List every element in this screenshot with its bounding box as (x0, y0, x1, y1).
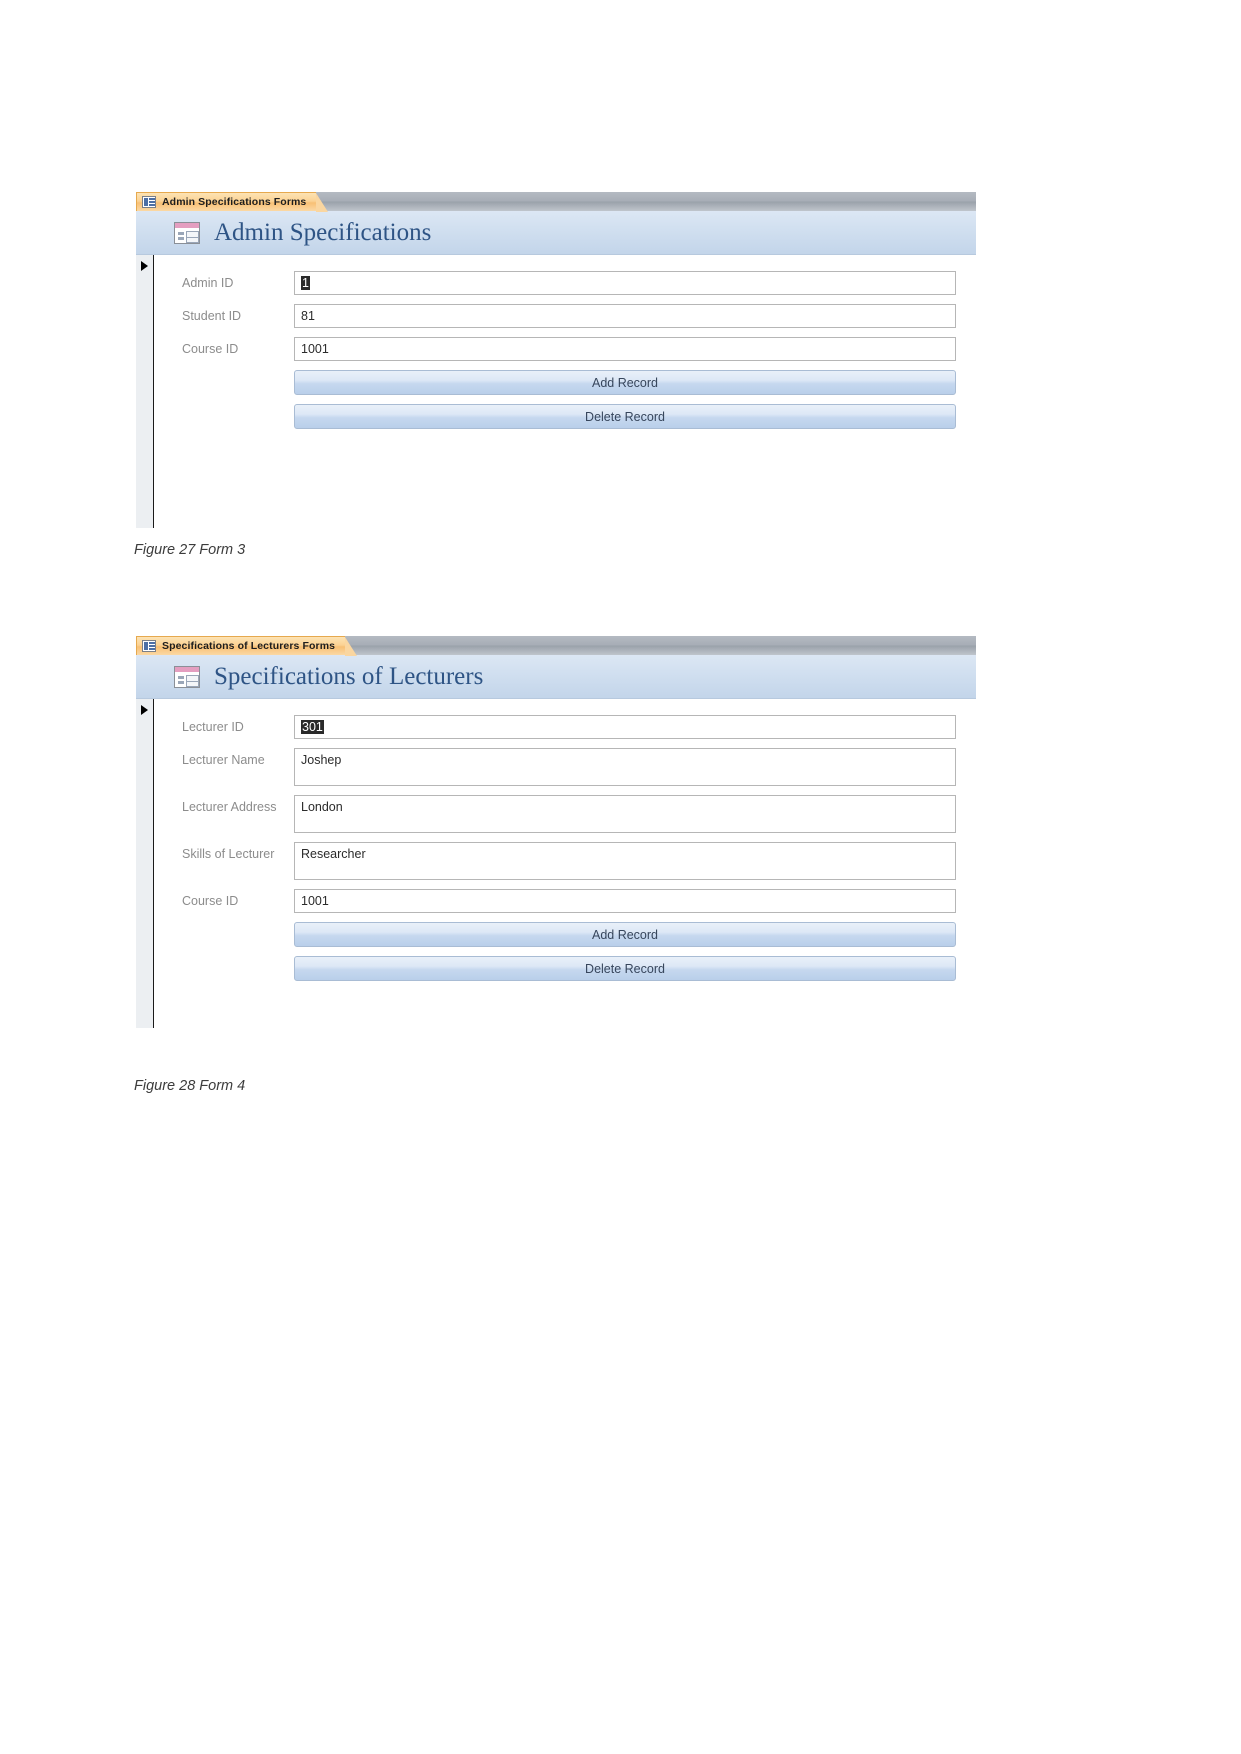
course-id-input[interactable]: 1001 (294, 889, 956, 913)
delete-record-row: Delete Record (182, 404, 956, 429)
field-label: Student ID (182, 309, 242, 323)
form-design-icon (174, 665, 200, 688)
form-design-icon (174, 221, 200, 244)
form-empty-area (182, 990, 956, 1028)
document-tab-strip: Specifications of Lecturers Forms (136, 636, 976, 656)
admin-id-value: 1 (301, 276, 310, 290)
tab-label: Specifications of Lecturers Forms (162, 640, 336, 652)
tab-label: Admin Specifications Forms (162, 196, 307, 208)
form-body: Lecturer ID 301 Lecturer Name Joshep Lec… (136, 699, 976, 1028)
figure-caption-28: Figure 28 Form 4 (134, 1078, 246, 1094)
add-record-button[interactable]: Add Record (294, 370, 956, 395)
field-label: Lecturer Name (182, 753, 265, 767)
add-record-button[interactable]: Add Record (294, 922, 956, 947)
record-selector[interactable] (136, 255, 154, 528)
field-row-skills-of-lecturer: Skills of Lecturer Researcher (182, 842, 956, 880)
form-empty-area (182, 438, 956, 528)
field-label: Lecturer Address (182, 800, 277, 814)
lecturer-id-input[interactable]: 301 (294, 715, 956, 739)
record-selector[interactable] (136, 699, 154, 1028)
lecturer-address-input[interactable]: London (294, 795, 956, 833)
student-id-input[interactable]: 81 (294, 304, 956, 328)
form-header: Admin Specifications (136, 211, 976, 255)
figure-caption-27: Figure 27 Form 3 (134, 542, 246, 558)
lecturer-id-value: 301 (301, 720, 324, 734)
delete-record-button[interactable]: Delete Record (294, 404, 956, 429)
field-label: Course ID (182, 894, 239, 908)
tab-specifications-of-lecturers-forms[interactable]: Specifications of Lecturers Forms (136, 636, 358, 656)
form-fields: Lecturer ID 301 Lecturer Name Joshep Lec… (154, 699, 976, 1028)
add-record-row: Add Record (182, 922, 956, 947)
add-record-row: Add Record (182, 370, 956, 395)
field-row-course-id: Course ID 1001 (182, 337, 956, 361)
form-header: Specifications of Lecturers (136, 655, 976, 699)
page-title: Specifications of Lecturers (214, 663, 484, 690)
form-fields: Admin ID 1 Student ID 81 Course ID 1001 … (154, 255, 976, 528)
document-tab-strip: Admin Specifications Forms (136, 192, 976, 212)
field-label: Course ID (182, 342, 239, 356)
form-datasheet-icon (142, 640, 156, 652)
tab-admin-specifications-forms[interactable]: Admin Specifications Forms (136, 192, 329, 212)
lecturer-name-input[interactable]: Joshep (294, 748, 956, 786)
field-row-lecturer-name: Lecturer Name Joshep (182, 748, 956, 786)
field-row-admin-id: Admin ID 1 (182, 271, 956, 295)
course-id-input[interactable]: 1001 (294, 337, 956, 361)
skills-of-lecturer-input[interactable]: Researcher (294, 842, 956, 880)
lecturer-specifications-form-window: Specifications of Lecturers Forms Specif… (136, 636, 976, 1028)
field-label: Skills of Lecturer (182, 847, 275, 861)
page-title: Admin Specifications (214, 219, 432, 246)
field-label: Admin ID (182, 276, 234, 290)
delete-record-row: Delete Record (182, 956, 956, 981)
current-record-arrow-icon (141, 261, 148, 271)
field-row-lecturer-address: Lecturer Address London (182, 795, 956, 833)
form-body: Admin ID 1 Student ID 81 Course ID 1001 … (136, 255, 976, 528)
delete-record-button[interactable]: Delete Record (294, 956, 956, 981)
field-label: Lecturer ID (182, 720, 244, 734)
field-row-lecturer-id: Lecturer ID 301 (182, 715, 956, 739)
current-record-arrow-icon (141, 705, 148, 715)
admin-specifications-form-window: Admin Specifications Forms Admin Specifi… (136, 192, 976, 528)
field-row-course-id: Course ID 1001 (182, 889, 956, 913)
form-datasheet-icon (142, 196, 156, 208)
admin-id-input[interactable]: 1 (294, 271, 956, 295)
field-row-student-id: Student ID 81 (182, 304, 956, 328)
